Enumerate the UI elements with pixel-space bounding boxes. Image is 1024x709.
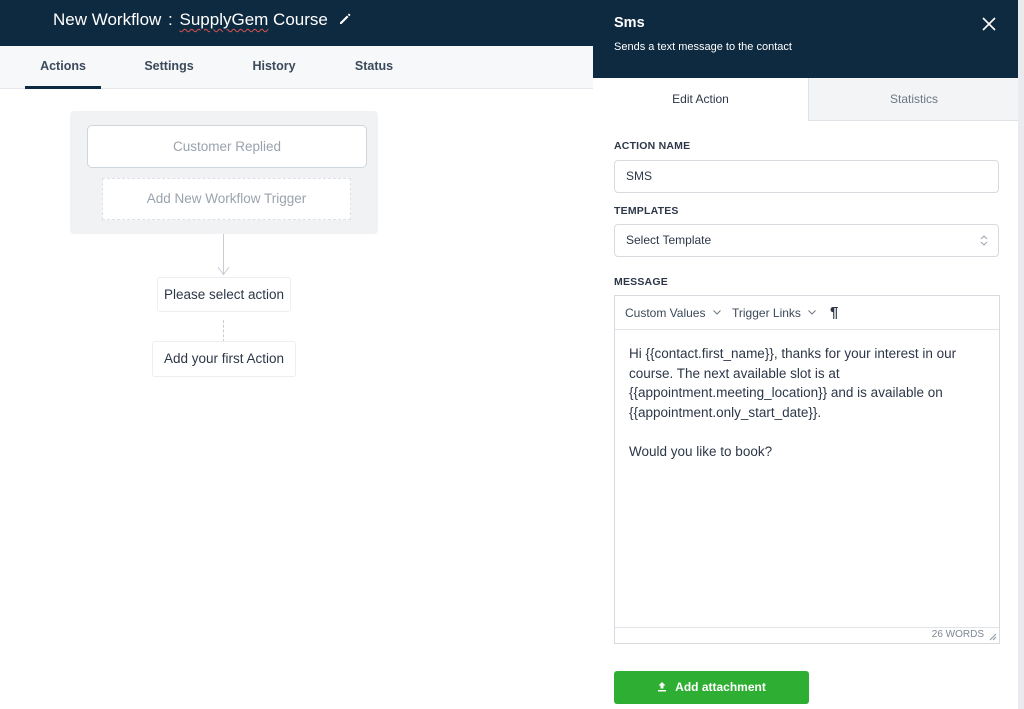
trigger-links-dropdown[interactable]: Trigger Links <box>732 296 817 330</box>
tab-history[interactable]: History <box>240 46 308 89</box>
trigger-links-label: Trigger Links <box>732 306 801 320</box>
chevron-down-icon <box>712 309 721 315</box>
tab-edit-action[interactable]: Edit Action <box>593 78 808 121</box>
workflow-title-suffix: Course <box>268 10 328 29</box>
word-count: 26 WORDS <box>931 629 984 640</box>
tab-status[interactable]: Status <box>344 46 404 89</box>
trigger-group: Customer Replied Add New Workflow Trigge… <box>70 111 378 234</box>
templates-select[interactable]: Select Template <box>614 224 999 257</box>
arrow-down-icon <box>217 266 230 276</box>
select-updown-icon <box>980 235 988 246</box>
panel-title: Sms <box>614 15 645 31</box>
workflow-title-name: SupplyGem <box>179 10 269 29</box>
tab-actions[interactable]: Actions <box>25 46 101 89</box>
action-panel: Sms Sends a text message to the contact … <box>593 0 1024 709</box>
custom-values-label: Custom Values <box>625 306 706 320</box>
tab-settings[interactable]: Settings <box>132 46 206 89</box>
app-root: New Workflow : SupplyGem Course Actions … <box>0 0 1024 709</box>
upload-icon <box>658 682 667 692</box>
workflow-title[interactable]: New Workflow : SupplyGem Course <box>53 10 328 30</box>
trigger-card[interactable]: Customer Replied <box>87 125 367 168</box>
custom-values-dropdown[interactable]: Custom Values <box>625 296 721 330</box>
pencil-icon[interactable] <box>338 12 352 26</box>
message-editor: Custom Values Trigger Links ¶ Hi {{conta… <box>614 295 1000 644</box>
action-name-label: ACTION NAME <box>614 140 691 152</box>
panel-scrollbar[interactable] <box>1018 0 1024 709</box>
add-attachment-button[interactable]: Add attachment <box>614 671 809 704</box>
paragraph-icon[interactable]: ¶ <box>830 296 838 330</box>
workflow-tabs: Actions Settings History Status <box>0 46 593 89</box>
dashed-connector <box>223 320 224 342</box>
workflow-title-prefix: New Workflow <box>53 10 162 29</box>
editor-toolbar: Custom Values Trigger Links ¶ <box>615 296 999 330</box>
workflow-header: New Workflow : SupplyGem Course <box>0 0 593 46</box>
chevron-down-icon <box>808 309 817 315</box>
templates-selected-value: Select Template <box>626 233 712 247</box>
workflow-canvas: Customer Replied Add New Workflow Trigge… <box>0 90 593 709</box>
message-textarea[interactable]: Hi {{contact.first_name}}, thanks for yo… <box>629 344 989 461</box>
message-label: MESSAGE <box>614 276 668 288</box>
add-trigger-button[interactable]: Add New Workflow Trigger <box>102 178 351 220</box>
close-icon[interactable] <box>981 16 997 32</box>
workflow-title-separator: : <box>163 10 178 29</box>
select-action-node[interactable]: Please select action <box>157 277 291 312</box>
add-attachment-label: Add attachment <box>675 680 766 694</box>
message-paragraph: Would you like to book? <box>629 443 773 459</box>
panel-subtitle: Sends a text message to the contact <box>614 41 792 53</box>
panel-header: Sms Sends a text message to the contact <box>593 0 1019 78</box>
message-paragraph: Hi {{contact.first_name}}, thanks for yo… <box>629 346 957 420</box>
templates-label: TEMPLATES <box>614 205 679 217</box>
add-first-action-button[interactable]: Add your first Action <box>152 341 296 377</box>
resize-handle-icon[interactable] <box>989 633 997 641</box>
action-name-input[interactable]: SMS <box>614 160 999 193</box>
tab-statistics[interactable]: Statistics <box>808 78 1019 121</box>
editor-footer: 26 WORDS <box>615 627 999 643</box>
